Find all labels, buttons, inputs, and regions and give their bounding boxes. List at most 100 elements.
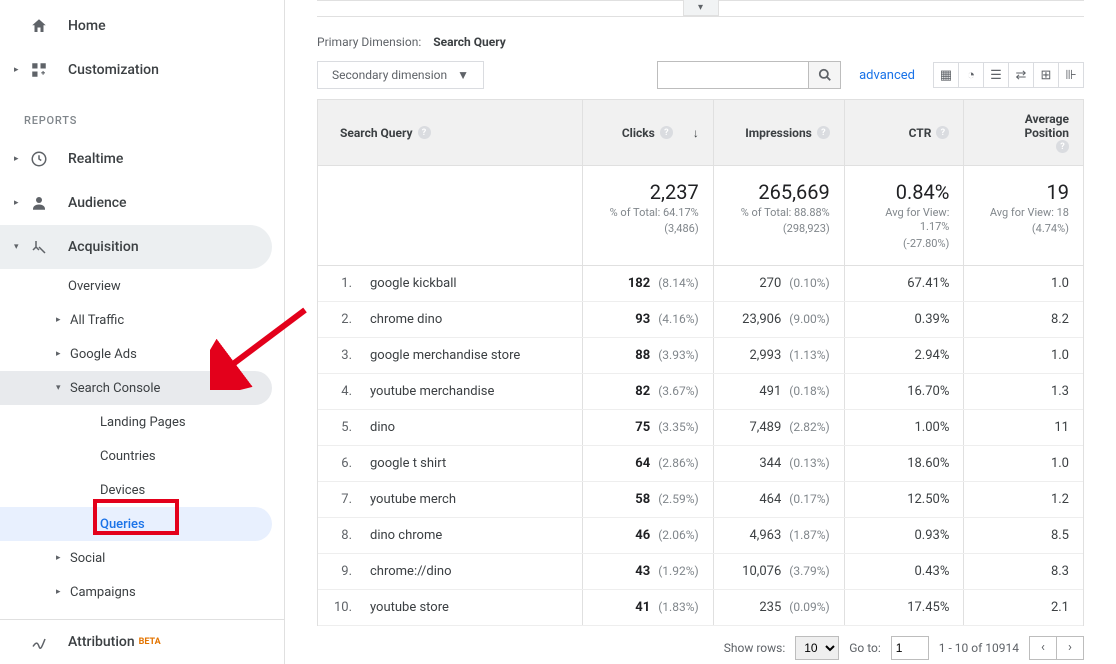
query-text: chrome dino [370,312,442,327]
table-row[interactable]: 2.chrome dino93(4.16%)23,906(9.00%)0.39%… [318,302,1083,338]
clicks-value: 93 [635,312,650,327]
show-rows-label: Show rows: [724,641,785,655]
impressions-value: 10,076 [742,564,781,579]
sidebar-label: Landing Pages [100,415,186,430]
total-clicks-sub2: (3,486) [597,222,699,236]
help-icon[interactable]: ? [660,126,673,139]
avg-position-value: 11 [1054,420,1069,435]
bar-view-button[interactable]: ☰ [983,62,1009,88]
avg-position-value: 1.0 [1051,348,1069,363]
term-cloud-button[interactable]: ⊪ [1058,62,1084,88]
query-text: google kickball [370,276,457,291]
prev-page-button[interactable]: ‹ [1029,636,1057,660]
sidebar-item-home[interactable]: Home [0,4,284,48]
total-ctr-sub2: (-27.80%) [859,237,950,251]
impressions-pct: (0.09%) [789,600,829,614]
show-rows-select[interactable]: 10 [795,636,839,660]
total-ap-sub1: Avg for View: 18 [978,206,1069,220]
pivot-view-button[interactable]: ⊞ [1033,62,1059,88]
impressions-pct: (1.87%) [789,528,829,542]
table-row[interactable]: 6.google t shirt64(2.86%)344(0.13%)18.60… [318,446,1083,482]
help-icon[interactable]: ? [936,126,949,139]
column-header-query[interactable]: Search Query? [318,100,582,165]
total-clicks-sub1: % of Total: 64.17% [597,206,699,220]
sidebar-item-customization[interactable]: ▸ Customization [0,48,284,92]
sidebar-item-countries[interactable]: Countries [0,439,284,473]
row-number: 3. [332,348,352,363]
sidebar-item-social[interactable]: ▸ Social [0,541,284,575]
goto-input[interactable] [891,636,929,660]
sidebar-label: Queries [100,517,145,532]
sidebar-item-campaigns[interactable]: ▸ Campaigns [0,575,284,609]
column-header-avg-position[interactable]: Average Position? [963,100,1083,165]
search-icon [818,68,832,82]
clicks-pct: (4.16%) [658,312,698,326]
total-ctr: 0.84% [859,180,950,204]
query-text: chrome://dino [370,564,452,579]
table-row[interactable]: 7.youtube merch58(2.59%)464(0.17%)12.50%… [318,482,1083,518]
sidebar-label: Acquisition [68,239,139,255]
table-row[interactable]: 1.google kickball182(8.14%)270(0.10%)67.… [318,266,1083,302]
impressions-pct: (0.18%) [789,384,829,398]
sidebar-item-audience[interactable]: ▸ Audience [0,181,284,225]
table-row[interactable]: 9.chrome://dino43(1.92%)10,076(3.79%)0.4… [318,554,1083,590]
sidebar-label: Campaigns [70,585,136,600]
column-header-ctr[interactable]: CTR? [844,100,964,165]
table-row[interactable]: 3.google merchandise store88(3.93%)2,993… [318,338,1083,374]
chevron-right-icon: › [1068,640,1072,655]
pie-view-button[interactable]: ◔ [958,62,984,88]
sidebar-item-realtime[interactable]: ▸ Realtime [0,137,284,181]
help-icon[interactable]: ? [1056,140,1069,153]
help-icon[interactable]: ? [817,126,830,139]
help-icon[interactable]: ? [418,126,431,139]
collapse-button[interactable]: ▾ [683,0,719,16]
table-search [657,61,841,89]
pie-icon: ◔ [967,67,975,83]
clicks-value: 46 [635,528,650,543]
column-header-clicks[interactable]: Clicks? ↓ [582,100,713,165]
search-input[interactable] [657,61,809,89]
table-view-button[interactable]: ▦ [933,62,959,88]
table-row[interactable]: 4.youtube merchandise82(3.67%)491(0.18%)… [318,374,1083,410]
comparison-view-button[interactable]: ⇄ [1008,62,1034,88]
sidebar-label: Devices [100,483,145,498]
primary-dimension-value[interactable]: Search Query [433,35,506,49]
sidebar-item-devices[interactable]: Devices [0,473,284,507]
sidebar-label: Social [70,551,105,566]
chevron-left-icon: ‹ [1041,640,1045,655]
search-button[interactable] [809,61,841,89]
caret-right-icon: ▸ [56,315,66,325]
advanced-link[interactable]: advanced [859,68,915,83]
avg-position-value: 1.0 [1051,276,1069,291]
sidebar-item-landing-pages[interactable]: Landing Pages [0,405,284,439]
secondary-dimension-dropdown[interactable]: Secondary dimension ▼ [317,61,484,89]
sidebar-item-overview[interactable]: Overview [0,269,284,303]
impressions-pct: (0.10%) [789,276,829,290]
clicks-value: 41 [635,600,650,615]
table-row[interactable]: 8.dino chrome46(2.06%)4,963(1.87%)0.93%8… [318,518,1083,554]
cloud-icon: ⊪ [1065,68,1076,83]
table-row[interactable]: 10.youtube store41(1.83%)235(0.09%)17.45… [318,590,1083,626]
column-header-impressions[interactable]: Impressions? [713,100,844,165]
caret-down-icon: ▾ [56,383,66,393]
table-row[interactable]: 5.dino75(3.35%)7,489(2.82%)1.00%11 [318,410,1083,446]
clicks-value: 82 [635,384,650,399]
impressions-value: 235 [759,600,781,615]
sidebar-item-search-console[interactable]: ▾ Search Console [0,371,272,405]
bar-icon: ☰ [990,68,1002,83]
sidebar-item-attribution[interactable]: Attribution BETA [0,620,284,664]
total-impressions-sub1: % of Total: 88.88% [728,206,830,220]
next-page-button[interactable]: › [1056,636,1084,660]
caret-right-icon: ▸ [14,154,20,164]
sidebar-item-acquisition[interactable]: ▾ Acquisition [0,225,272,269]
sidebar-item-queries[interactable]: Queries [0,507,272,541]
table-icon: ▦ [940,68,952,83]
sidebar-item-all-traffic[interactable]: ▸ All Traffic [0,303,284,337]
avg-position-value: 1.2 [1051,492,1069,507]
impressions-pct: (1.13%) [789,348,829,362]
clicks-pct: (3.35%) [658,420,698,434]
ctr-value: 1.00% [915,420,950,435]
sidebar-item-google-ads[interactable]: ▸ Google Ads [0,337,284,371]
view-toggles: ▦ ◔ ☰ ⇄ ⊞ ⊪ [933,62,1084,88]
total-impressions-sub2: (298,923) [728,222,830,236]
